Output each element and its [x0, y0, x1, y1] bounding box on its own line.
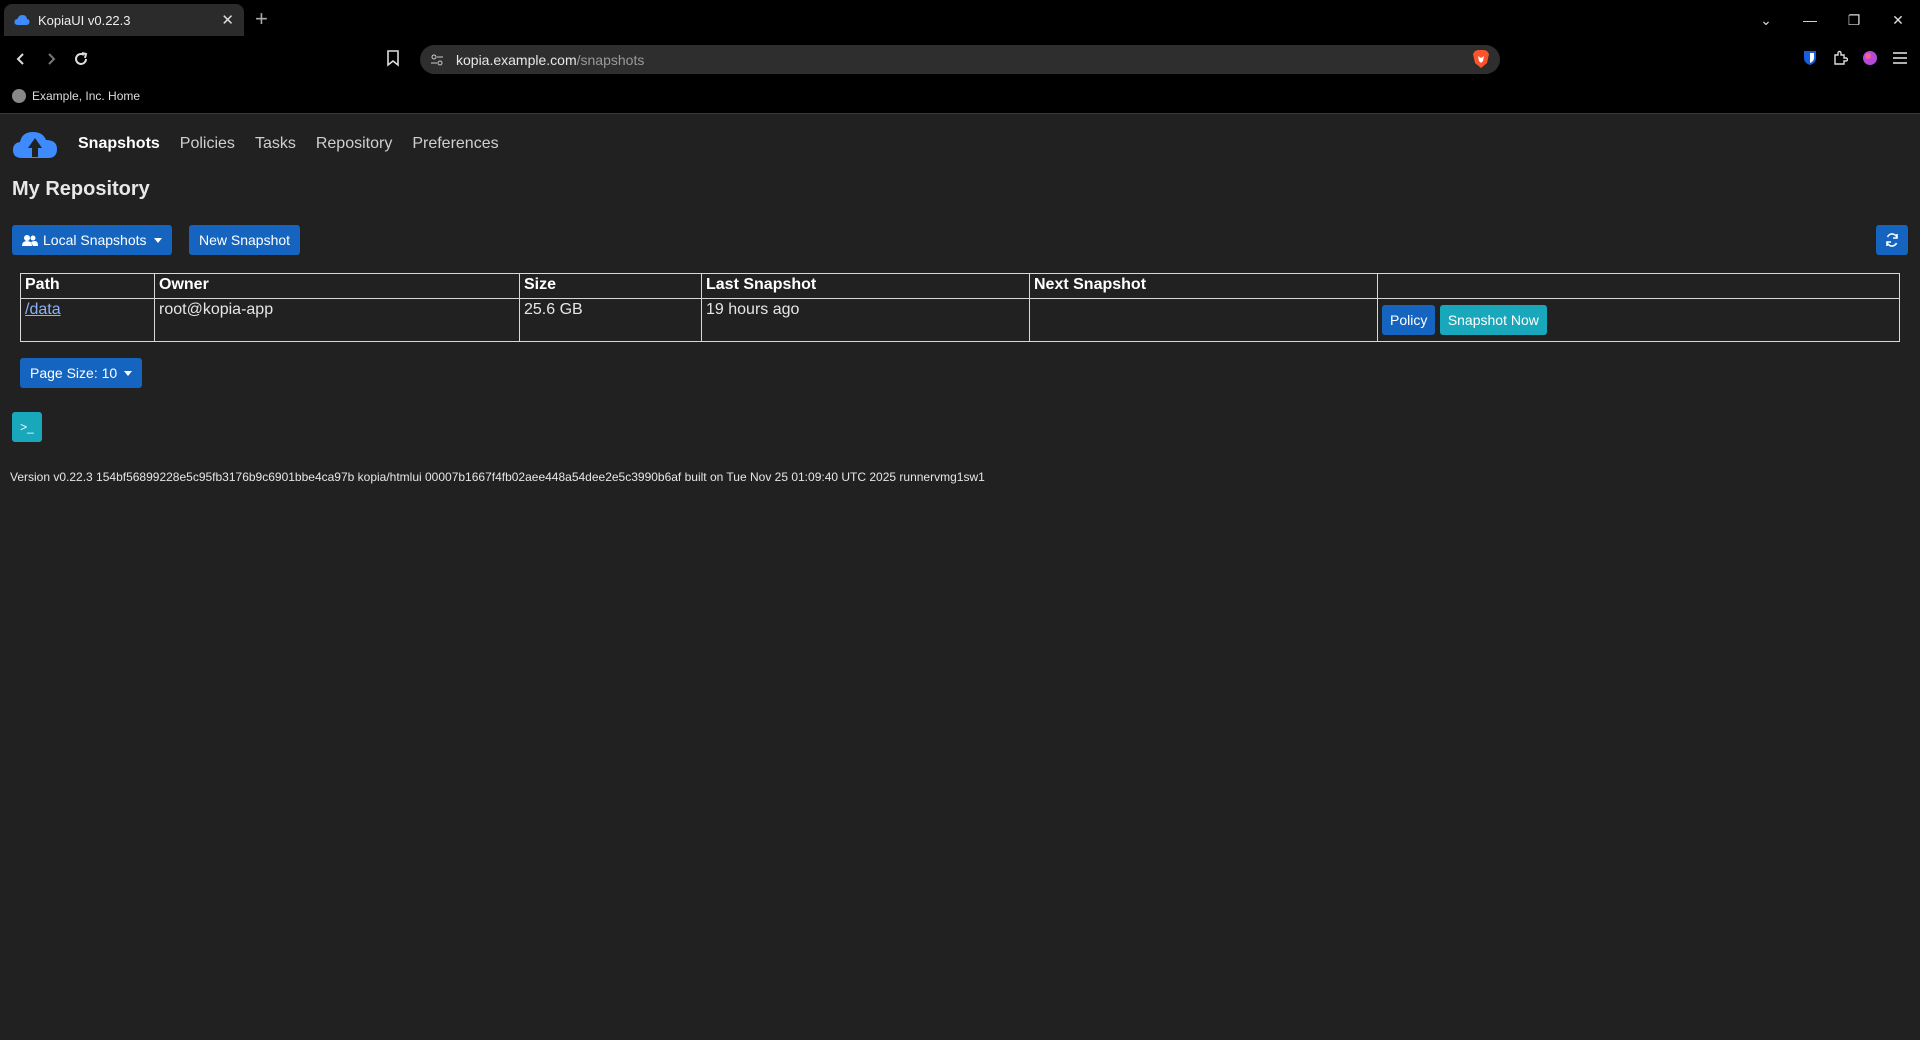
- snapshots-table: Path Owner Size Last Snapshot Next Snaps…: [20, 273, 1900, 342]
- nav-repository[interactable]: Repository: [316, 135, 392, 153]
- browser-tab[interactable]: KopiaUI v0.22.3 ✕: [4, 4, 244, 36]
- cell-actions: Policy Snapshot Now: [1377, 298, 1900, 342]
- window-controls: ⌄ — ❐ ✕: [1744, 0, 1920, 40]
- page-size-label: Page Size: 10: [30, 365, 118, 381]
- nav-tasks[interactable]: Tasks: [255, 135, 296, 153]
- page-size-dropdown[interactable]: Page Size: 10: [20, 358, 143, 388]
- column-header-size[interactable]: Size: [519, 273, 702, 299]
- page-size-wrapper: Page Size: 10: [20, 358, 1908, 388]
- nav-preferences[interactable]: Preferences: [412, 135, 498, 153]
- users-icon: [22, 234, 38, 246]
- policy-button[interactable]: Policy: [1382, 305, 1436, 335]
- table-header-row: Path Owner Size Last Snapshot Next Snaps…: [20, 273, 1900, 299]
- path-link[interactable]: /data: [25, 301, 61, 318]
- app-navbar: Snapshots Policies Tasks Repository Pref…: [12, 114, 1908, 174]
- restore-icon[interactable]: ❐: [1832, 0, 1876, 40]
- url-path: /snapshots: [576, 51, 645, 68]
- cell-owner: root@kopia-app: [154, 298, 520, 342]
- nav-snapshots[interactable]: Snapshots: [78, 135, 160, 153]
- close-window-icon[interactable]: ✕: [1876, 0, 1920, 40]
- cell-last-snapshot: 19 hours ago: [701, 298, 1030, 342]
- page-title: My Repository: [12, 178, 150, 200]
- snapshot-now-button[interactable]: Snapshot Now: [1439, 305, 1547, 335]
- refresh-icon: [1886, 233, 1898, 247]
- extensions-puzzle-icon[interactable]: [1830, 48, 1850, 68]
- terminal-prompt-icon: >_: [20, 420, 34, 434]
- tab-title: KopiaUI v0.22.3: [38, 12, 131, 28]
- refresh-button[interactable]: [1876, 225, 1908, 255]
- version-info: Version v0.22.3 154bf56899228e5c95fb3176…: [10, 470, 985, 484]
- brave-shields-icon[interactable]: [1472, 49, 1490, 72]
- kopia-logo-icon[interactable]: [12, 128, 58, 160]
- local-snapshots-dropdown[interactable]: Local Snapshots: [12, 225, 172, 255]
- cell-next-snapshot: [1029, 298, 1378, 342]
- new-tab-button[interactable]: +: [255, 6, 268, 32]
- local-snapshots-label: Local Snapshots: [43, 232, 147, 248]
- profile-avatar-icon[interactable]: [1860, 48, 1880, 68]
- caret-down-icon: [153, 237, 162, 243]
- new-snapshot-button[interactable]: New Snapshot: [189, 225, 301, 255]
- reload-icon[interactable]: [66, 44, 96, 74]
- column-header-actions: [1377, 273, 1900, 299]
- minimize-icon[interactable]: —: [1788, 0, 1832, 40]
- bitwarden-shield-icon[interactable]: [1800, 48, 1820, 68]
- tab-search-icon[interactable]: ⌄: [1744, 0, 1788, 40]
- kopia-cloud-icon: [14, 12, 30, 28]
- forward-icon[interactable]: [36, 44, 66, 74]
- address-bar[interactable]: kopia.example.com/snapshots: [420, 45, 1500, 74]
- column-header-owner[interactable]: Owner: [154, 273, 520, 299]
- site-settings-icon[interactable]: [430, 54, 444, 66]
- terminal-button[interactable]: >_: [12, 412, 42, 442]
- browser-toolbar: kopia.example.com/snapshots: [0, 40, 1920, 78]
- snapshot-actions-bar: Local Snapshots New Snapshot: [12, 225, 1908, 255]
- bookmarks-bar: Example, Inc. Home: [0, 78, 1920, 114]
- browser-menu-icon[interactable]: [1890, 48, 1910, 68]
- tab-close-icon[interactable]: ✕: [221, 11, 234, 29]
- app-content: Snapshots Policies Tasks Repository Pref…: [0, 114, 1920, 484]
- back-icon[interactable]: [6, 44, 36, 74]
- extension-icons: [1800, 48, 1910, 68]
- globe-icon: [12, 88, 26, 103]
- nav-policies[interactable]: Policies: [180, 135, 235, 153]
- bookmark-icon[interactable]: [386, 50, 400, 72]
- cell-path: /data: [20, 298, 155, 342]
- caret-down-icon: [124, 370, 133, 376]
- table-row: /data root@kopia-app 25.6 GB 19 hours ag…: [20, 298, 1900, 342]
- url-host: kopia.example.com: [456, 51, 577, 68]
- column-header-next-snapshot[interactable]: Next Snapshot: [1029, 273, 1378, 299]
- cell-size: 25.6 GB: [519, 298, 702, 342]
- column-header-path[interactable]: Path: [20, 273, 155, 299]
- bookmark-item[interactable]: Example, Inc. Home: [32, 89, 140, 103]
- column-header-last-snapshot[interactable]: Last Snapshot: [701, 273, 1030, 299]
- browser-tabbar: KopiaUI v0.22.3 ✕ + ⌄ — ❐ ✕: [0, 0, 1920, 40]
